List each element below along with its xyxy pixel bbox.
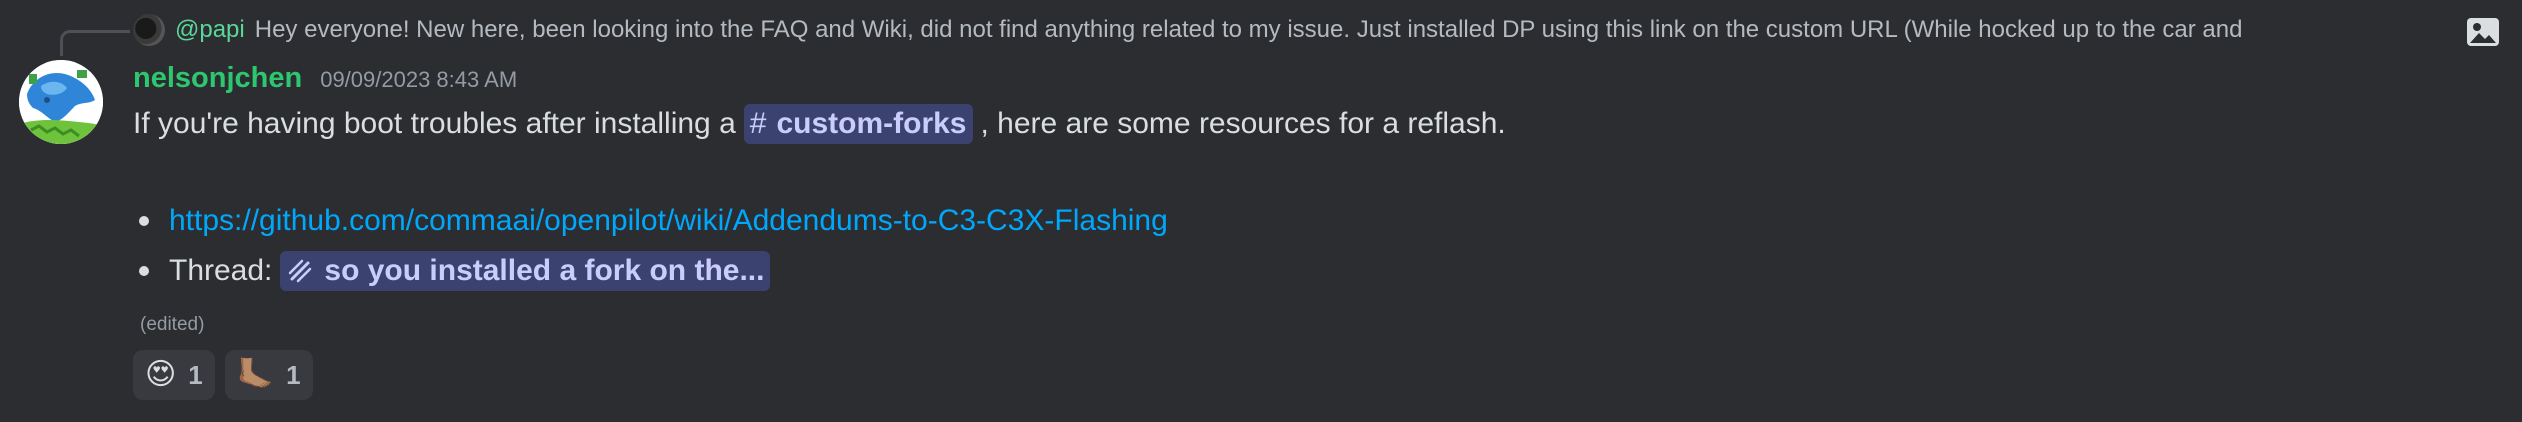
reaction-count: 1 — [286, 359, 301, 390]
channel-hash-icon: # — [749, 107, 767, 140]
message-text-before: If you're having boot troubles after ins… — [133, 107, 736, 140]
bullet-dot — [139, 216, 149, 226]
timestamp[interactable]: 09/09/2023 8:43 AM — [320, 67, 517, 93]
reply-text[interactable]: Hey everyone! New here, been looking int… — [255, 16, 2243, 44]
username[interactable]: nelsonjchen — [133, 62, 302, 95]
list-item: https://github.com/commaai/openpilot/wik… — [133, 196, 1533, 246]
reply-preview[interactable]: @papi Hey everyone! New here, been looki… — [133, 10, 2242, 50]
flashing-link[interactable]: https://github.com/commaai/openpilot/wik… — [169, 204, 1168, 238]
message-text: If you're having boot troubles after ins… — [133, 102, 1506, 146]
reply-author[interactable]: @papi — [175, 16, 245, 44]
thread-mention[interactable]: so you installed a fork on the... — [280, 251, 771, 291]
avatar-image — [19, 60, 103, 144]
heart-eyes-emoji-icon: 😍 — [145, 358, 177, 391]
chat-message: @papi Hey everyone! New here, been looki… — [0, 0, 2522, 422]
bullet-dot — [139, 266, 149, 276]
avatar[interactable] — [19, 60, 103, 144]
channel-mention-custom-forks[interactable]: # custom-forks — [743, 104, 973, 144]
channel-mention-name: custom-forks — [776, 107, 967, 140]
reply-author-avatar[interactable] — [133, 14, 165, 46]
reaction-foot[interactable]: 🦶🏽 1 — [224, 350, 313, 400]
image-icon[interactable] — [2466, 17, 2500, 47]
foot-emoji-icon: 🦶🏽 — [236, 358, 275, 391]
reaction-heart-eyes[interactable]: 😍 1 — [133, 350, 215, 400]
edited-label: (edited) — [140, 314, 205, 335]
thread-title: so you installed a fork on the... — [324, 254, 765, 287]
reply-connector-line — [60, 30, 130, 56]
list-item: Thread: so you installed a fork on the..… — [133, 246, 1533, 296]
reaction-count: 1 — [188, 359, 203, 390]
thread-icon — [289, 259, 312, 283]
message-text-after: , here are some resources for a reflash. — [980, 107, 1506, 140]
reactions-bar: 😍 1 🦶🏽 1 — [133, 350, 323, 400]
bullet-list: https://github.com/commaai/openpilot/wik… — [133, 196, 1533, 296]
message-header: nelsonjchen 09/09/2023 8:43 AM — [133, 62, 517, 102]
thread-label: Thread: — [169, 254, 273, 287]
